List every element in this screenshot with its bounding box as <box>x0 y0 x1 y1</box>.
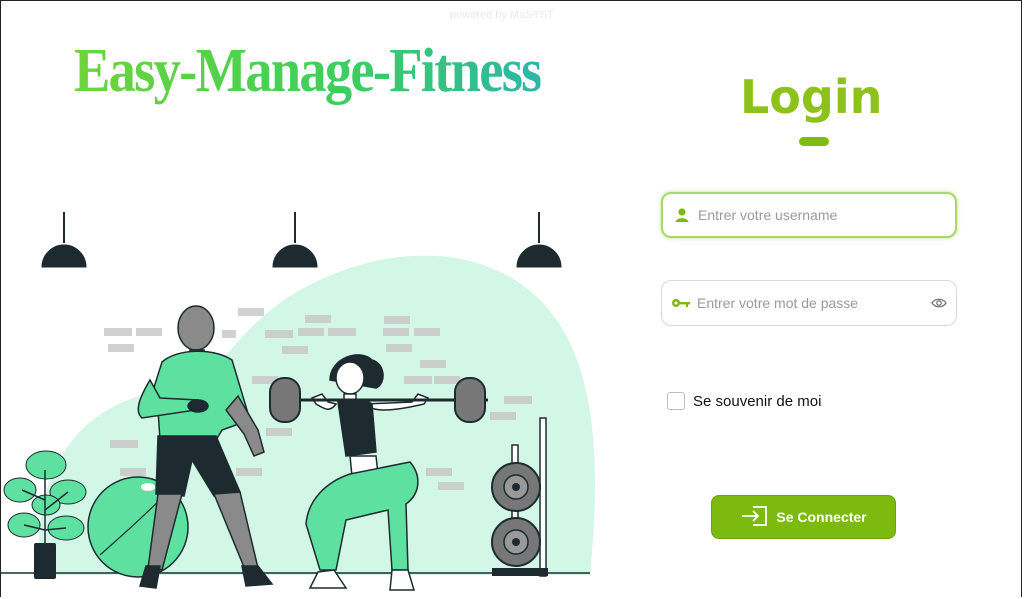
password-field[interactable] <box>661 280 957 326</box>
password-input[interactable] <box>693 281 928 325</box>
app-brand-title: Easy-Manage-Fitness <box>74 37 542 105</box>
username-input[interactable] <box>694 194 955 236</box>
login-title-underline <box>799 137 829 146</box>
remember-me-label: Se souvenir de moi <box>693 392 822 410</box>
powered-by-text: powered by MaSYST <box>450 9 554 21</box>
connect-button-label: Se Connecter <box>776 509 867 525</box>
key-icon <box>669 297 693 309</box>
eye-icon[interactable] <box>928 297 950 309</box>
login-icon <box>740 505 770 530</box>
user-icon <box>670 207 694 223</box>
connect-button[interactable]: Se Connecter <box>711 495 896 539</box>
remember-me-checkbox[interactable] <box>667 392 685 410</box>
fitness-illustration <box>0 212 595 591</box>
username-field[interactable] <box>661 192 957 238</box>
ceiling-lamps <box>41 212 562 268</box>
login-title: Login <box>740 70 883 124</box>
remember-me-option[interactable]: Se souvenir de moi <box>667 392 821 410</box>
